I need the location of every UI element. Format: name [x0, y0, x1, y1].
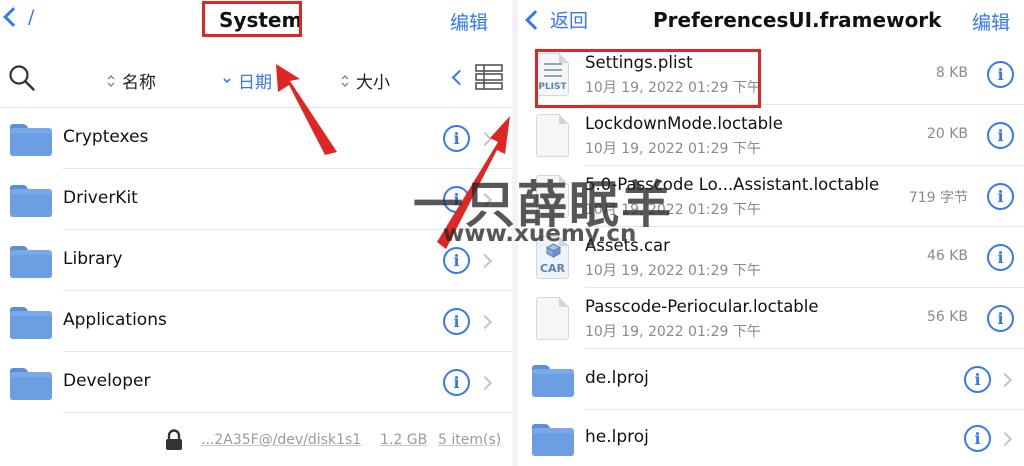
list-item[interactable]: Applications i	[0, 291, 512, 352]
back-button[interactable]: /	[0, 6, 34, 28]
folder-row[interactable]: de.lproj i	[518, 349, 1024, 410]
file-size: 56 KB	[926, 309, 968, 325]
chevron-right-icon	[477, 375, 493, 391]
sort-toolbar: 名称 日期 大小	[0, 48, 512, 108]
list-item[interactable]: Library i	[0, 230, 512, 291]
chevron-right-icon	[997, 372, 1013, 388]
edit-button[interactable]: 编辑	[450, 8, 488, 35]
sort-by-date-button[interactable]: 日期	[222, 68, 272, 93]
chevron-right-icon	[477, 314, 493, 330]
annotation-box-title	[202, 1, 302, 37]
file-type-label: CAR	[539, 262, 566, 275]
file-name: Passcode-Periocular.loctable	[585, 297, 819, 316]
info-icon[interactable]: i	[987, 244, 1014, 271]
file-date: 10月 19, 2022 01:29 下午	[585, 202, 761, 218]
file-size: 8 KB	[935, 65, 968, 81]
folder-row[interactable]: he.lproj i	[518, 410, 1024, 466]
cube-icon	[546, 243, 561, 258]
folder-icon	[10, 124, 52, 156]
info-icon[interactable]: i	[987, 305, 1014, 332]
info-icon[interactable]: i	[443, 369, 470, 396]
capacity-text: 1.2 GB	[380, 432, 428, 448]
info-icon[interactable]: i	[987, 61, 1014, 88]
list-item[interactable]: DriverKit i	[0, 169, 512, 230]
sort-date-label: 日期	[238, 73, 272, 93]
file-name: 5.0-Passcode Lo...Assistant.loctable	[585, 175, 880, 194]
folder-icon	[532, 365, 574, 397]
file-size: 46 KB	[926, 248, 968, 264]
list-item[interactable]: Developer i	[0, 352, 512, 413]
back-path-label: /	[28, 6, 35, 28]
lock-icon	[166, 429, 182, 450]
info-icon[interactable]: i	[443, 247, 470, 274]
chevron-down-icon	[223, 77, 231, 83]
file-row[interactable]: LockdownMode.loctable 10月 19, 2022 01:29…	[518, 105, 1024, 166]
info-icon[interactable]: i	[443, 308, 470, 335]
file-icon	[536, 297, 569, 340]
file-date: 10月 19, 2022 01:29 下午	[585, 141, 761, 157]
file-icon	[536, 114, 569, 157]
item-name: Applications	[63, 310, 167, 330]
folder-icon	[532, 424, 574, 456]
chevron-left-icon	[3, 7, 23, 27]
search-icon[interactable]	[8, 64, 36, 92]
item-name: Developer	[63, 371, 151, 391]
item-name: DriverKit	[63, 188, 138, 208]
folder-icon	[10, 246, 52, 278]
info-icon[interactable]: i	[987, 122, 1014, 149]
file-name: Assets.car	[585, 236, 670, 255]
list-item[interactable]: Cryptexes i	[0, 108, 512, 169]
sort-name-label: 名称	[122, 73, 156, 93]
folder-name: de.lproj	[585, 368, 649, 388]
sort-updown-icon	[341, 74, 349, 87]
volume-path[interactable]: ...2A35F@/dev/disk1s1	[201, 432, 361, 448]
folder-icon	[10, 307, 52, 339]
file-size: 20 KB	[926, 126, 968, 142]
car-file-icon: CAR	[536, 236, 569, 279]
sort-updown-icon	[107, 74, 115, 87]
annotation-box-settings-plist	[535, 49, 761, 108]
right-nav-bar: 返回 PreferencesUI.framework 编辑	[518, 0, 1024, 42]
item-name: Library	[63, 249, 123, 269]
edit-button[interactable]: 编辑	[972, 8, 1010, 35]
info-icon[interactable]: i	[964, 366, 991, 393]
chevron-right-icon	[477, 131, 493, 147]
file-date: 10月 19, 2022 01:29 下午	[585, 324, 761, 340]
divider	[63, 412, 512, 413]
status-bar: ...2A35F@/dev/disk1s1 1.2 GB 5 item(s)	[0, 418, 512, 466]
item-name: Cryptexes	[63, 127, 149, 147]
sort-by-name-button[interactable]: 名称	[106, 68, 156, 93]
file-date: 10月 19, 2022 01:29 下午	[585, 263, 761, 279]
folder-icon	[10, 185, 52, 217]
chevron-left-icon	[525, 9, 545, 30]
info-icon[interactable]: i	[964, 425, 991, 452]
file-row[interactable]: CAR Assets.car 10月 19, 2022 01:29 下午 46 …	[518, 227, 1024, 288]
info-icon[interactable]: i	[443, 186, 470, 213]
sort-size-label: 大小	[356, 73, 390, 93]
item-count-text: 5 item(s)	[438, 432, 502, 448]
folder-name: he.lproj	[585, 427, 649, 447]
chevron-right-icon	[477, 253, 493, 269]
chevron-right-icon	[997, 431, 1013, 447]
file-row[interactable]: Passcode-Periocular.loctable 10月 19, 202…	[518, 288, 1024, 349]
file-icon	[536, 175, 569, 218]
info-icon[interactable]: i	[443, 125, 470, 152]
sort-by-size-button[interactable]: 大小	[340, 68, 390, 93]
collapse-chevron-icon[interactable]	[451, 69, 468, 86]
info-icon[interactable]: i	[987, 183, 1014, 210]
back-label: 返回	[550, 10, 589, 32]
file-row[interactable]: 5.0-Passcode Lo...Assistant.loctable 10月…	[518, 166, 1024, 227]
file-size: 719 字节	[908, 190, 968, 206]
file-name: LockdownMode.loctable	[585, 114, 783, 133]
back-button[interactable]: 返回	[525, 6, 589, 33]
chevron-right-icon	[477, 192, 493, 208]
grid-list-icon[interactable]	[474, 62, 504, 92]
folder-icon	[10, 368, 52, 400]
left-panel: / System 编辑 名称 日期 大小 Cryptexes i DriverK…	[0, 0, 512, 466]
page-title: PreferencesUI.framework	[653, 8, 942, 32]
